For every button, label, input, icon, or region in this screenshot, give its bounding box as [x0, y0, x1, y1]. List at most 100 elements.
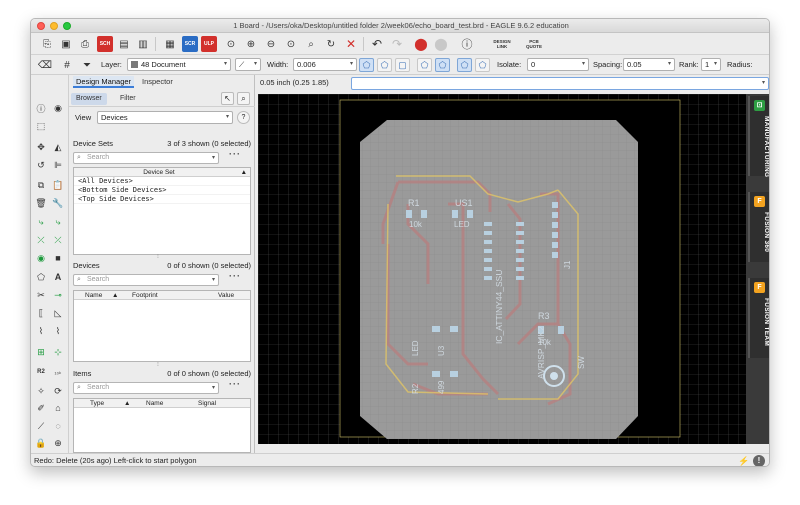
paint-icon[interactable]: ✐: [34, 401, 48, 415]
dotted-circle-icon[interactable]: ◌: [51, 419, 65, 433]
more-options-icon[interactable]: ···: [229, 271, 241, 281]
sort-up-icon[interactable]: ▲: [241, 168, 247, 177]
rotate-icon[interactable]: ↺: [34, 158, 48, 172]
pointer-icon[interactable]: ↖: [221, 92, 234, 105]
via-icon[interactable]: ◉: [34, 251, 48, 265]
route-icon[interactable]: ⤷: [34, 215, 48, 229]
more-options-icon[interactable]: ···: [229, 149, 241, 159]
move-icon[interactable]: ✥: [34, 140, 48, 154]
text-icon[interactable]: A: [51, 270, 65, 284]
column-name[interactable]: Name: [146, 399, 163, 408]
board-canvas[interactable]: R1 US1 10k LED IC_ATTINY44_SSU AVRISP_MK…: [258, 94, 746, 444]
name-tool-icon[interactable]: R2: [34, 365, 48, 379]
delete-icon[interactable]: 🗑: [34, 196, 48, 210]
polygon-outline-button[interactable]: ⬠: [359, 58, 374, 72]
polygon-hatch-button[interactable]: ⬠: [377, 58, 392, 72]
column-type[interactable]: Type: [90, 399, 104, 408]
copy-icon[interactable]: ⧉: [34, 178, 48, 192]
close-window-button[interactable]: [37, 22, 45, 30]
zoom-in-icon[interactable]: ⊕: [243, 36, 259, 52]
device-sets-column-header[interactable]: Device Set ▲: [74, 168, 250, 177]
layer-select[interactable]: 48 Document ▾: [127, 58, 231, 71]
rect-icon[interactable]: ■: [51, 251, 65, 265]
polygon-rect-button[interactable]: ▢: [395, 58, 410, 72]
device-sets-search-input[interactable]: ⌕ Search ▾: [73, 152, 219, 164]
undo-icon[interactable]: ↶: [369, 36, 385, 52]
eraser-icon[interactable]: ⌫: [37, 57, 53, 73]
more-options-icon[interactable]: ···: [229, 379, 241, 389]
zoom-out-icon[interactable]: ⊖: [263, 36, 279, 52]
ratsnest-icon[interactable]: ✕: [343, 36, 359, 52]
go-icon[interactable]: ⬤: [433, 36, 449, 52]
select-icon[interactable]: ⬚: [34, 119, 48, 133]
zoom-area-icon[interactable]: ⌕: [303, 36, 319, 52]
items-search-input[interactable]: ⌕ Search ▾: [73, 382, 219, 394]
run-ulp-button[interactable]: ULP: [201, 36, 217, 52]
zoom-window-button[interactable]: [63, 22, 71, 30]
sort-up-icon[interactable]: ▲: [112, 291, 118, 300]
smash-icon[interactable]: ✧: [34, 384, 48, 398]
autorouter-icon[interactable]: ⤫: [51, 233, 65, 247]
zoom-fit-icon[interactable]: ⊙: [223, 36, 239, 52]
mirror-icon[interactable]: ◭: [51, 140, 65, 154]
manufacturing-tab[interactable]: ⊡ MANUFACTURING: [748, 96, 769, 177]
view-select[interactable]: Devices ▾: [97, 111, 233, 124]
line-icon[interactable]: ⊸: [51, 288, 65, 302]
tab-inspector[interactable]: Inspector: [139, 76, 176, 88]
schematic-button[interactable]: SCH: [97, 36, 113, 52]
grid-icon[interactable]: #: [59, 57, 75, 73]
column-footprint[interactable]: Footprint: [132, 291, 158, 300]
design-link-button[interactable]: DESIGN LINK: [489, 36, 515, 52]
ripup-icon[interactable]: ⤫: [34, 233, 48, 247]
split-icon[interactable]: ✂: [34, 288, 48, 302]
help-icon[interactable]: ?: [237, 111, 250, 124]
manufacturing-preview-icon[interactable]: ▥: [135, 36, 151, 52]
zoom-selected-icon[interactable]: ⌕: [237, 92, 250, 105]
alert-icon[interactable]: !: [753, 455, 765, 466]
replace-part-icon[interactable]: ⊹: [51, 345, 65, 359]
tag-icon[interactable]: ⌂: [51, 401, 65, 415]
column-value[interactable]: Value: [218, 291, 234, 300]
thermals-button[interactable]: ⬠: [457, 58, 472, 72]
command-line-input[interactable]: ▾: [351, 77, 769, 90]
align-icon[interactable]: ⊫: [51, 158, 65, 172]
isolate-select[interactable]: 0 ▾: [527, 58, 589, 71]
attribute-icon[interactable]: ⌇: [51, 324, 65, 338]
cam-processor-icon[interactable]: ▤: [116, 36, 132, 52]
splitter-handle[interactable]: ⁝: [157, 361, 159, 368]
save-icon[interactable]: ▣: [58, 36, 74, 52]
print-icon[interactable]: ⎙: [77, 36, 93, 52]
pour-hatch-button[interactable]: ⬠: [435, 58, 450, 72]
polygon-icon[interactable]: ⬠: [34, 270, 48, 284]
add-part-icon[interactable]: ⊞: [34, 345, 48, 359]
wire-bend-select[interactable]: ⟋ ▾: [235, 58, 261, 71]
splitter-handle[interactable]: ⁝: [157, 253, 159, 260]
route-multi-icon[interactable]: ⤷: [51, 215, 65, 229]
rank-select[interactable]: 1 ▾: [701, 58, 721, 71]
sort-up-icon[interactable]: ▲: [124, 399, 130, 408]
list-item[interactable]: <Bottom Side Devices>: [74, 186, 250, 195]
minimize-window-button[interactable]: [50, 22, 58, 30]
filter-icon[interactable]: ⏷: [79, 57, 95, 73]
lightning-icon[interactable]: ⚡: [738, 455, 750, 466]
library-icon[interactable]: ▦: [162, 36, 178, 52]
fusion-360-tab[interactable]: F FUSION 360: [748, 192, 769, 262]
run-script-button[interactable]: SCR: [182, 36, 198, 52]
meander-icon[interactable]: ⌇: [34, 324, 48, 338]
fusion-team-tab[interactable]: F FUSION TEAM: [748, 278, 769, 358]
marker-icon[interactable]: ⊕: [51, 436, 65, 450]
pcb-quote-button[interactable]: PCB QUOTE: [521, 36, 547, 52]
change-icon[interactable]: ⟳: [51, 384, 65, 398]
tab-design-manager[interactable]: Design Manager: [73, 76, 135, 88]
list-item[interactable]: <All Devices>: [74, 177, 250, 186]
wrench-icon[interactable]: 🔧: [51, 196, 65, 210]
stop-icon[interactable]: ⬤: [413, 36, 429, 52]
lock-icon[interactable]: 🔒: [34, 436, 48, 450]
new-file-icon[interactable]: ⎘: [39, 36, 55, 52]
width-select[interactable]: 0.006 ▾: [293, 58, 357, 71]
pour-solid-button[interactable]: ⬠: [417, 58, 432, 72]
tab-filter[interactable]: Filter: [115, 93, 141, 105]
orphans-button[interactable]: ⬠: [475, 58, 490, 72]
tab-browser[interactable]: Browser: [71, 93, 107, 105]
group-icon[interactable]: ⟦: [34, 306, 48, 320]
